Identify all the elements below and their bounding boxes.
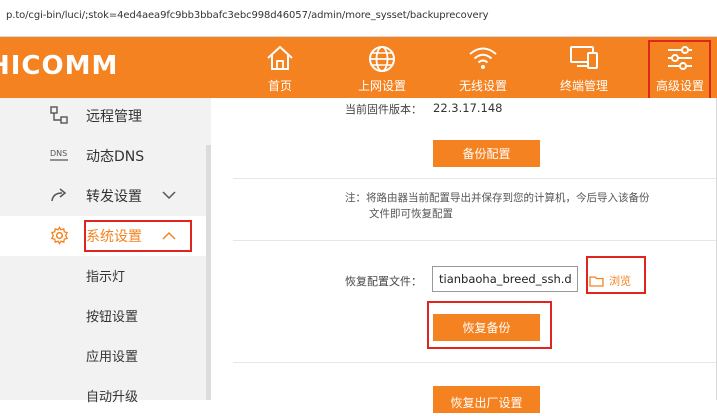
restore-file-input[interactable] [432,266,578,292]
remote-icon [50,106,68,124]
svg-text:DNS: DNS [50,149,67,158]
sidebar-item-label: 动态DNS [86,149,145,165]
divider [233,362,717,363]
gear-icon [50,226,69,245]
sidebar-item-label: 远程管理 [86,109,142,125]
top-nav: HICOMM 首页 上网设置 无线设置 终端管理 高级设置 [0,37,717,98]
nav-wireless[interactable]: 无线设置 [443,37,523,98]
nav-devices-label: 终端管理 [559,79,608,93]
sidebar-subitem-autoupgrade[interactable]: 自动升级 [0,376,211,416]
url-text[interactable]: p.to/cgi-bin/luci/;stok=4ed4aea9fc9bb3bb… [6,10,489,21]
nav-wireless-label: 无线设置 [458,79,507,93]
sidebar-subitem-buttons[interactable]: 按钮设置 [0,296,211,336]
sidebar-item-label: 应用设置 [86,350,139,365]
sidebar-item-label: 指示灯 [86,270,126,285]
globe-icon [369,46,395,72]
browser-address-bar[interactable]: p.to/cgi-bin/luci/;stok=4ed4aea9fc9bb3bb… [0,0,717,37]
sidebar-item-label: 按钮设置 [86,310,139,325]
nav-internet-label: 上网设置 [357,79,406,93]
nav-home-label: 首页 [267,79,292,93]
backup-note-line-2: 文件即可恢复配置 [369,208,453,220]
backup-config-button[interactable]: 备份配置 [433,140,540,167]
highlight-restore [427,301,552,349]
backup-note-line-1: 注：将路由器当前配置导出并保存到您的计算机，今后导入该备份 [345,192,650,204]
backup-note: 注：将路由器当前配置导出并保存到您的计算机，今后导入该备份 文件即可恢复配置 [345,190,650,222]
sidebar-subitem-led[interactable]: 指示灯 [0,256,211,296]
nav-devices[interactable]: 终端管理 [544,37,624,98]
sidebar-item-remote[interactable]: 远程管理 [0,96,211,136]
nav-home[interactable]: 首页 [240,37,320,98]
firmware-value: 22.3.17.148 [433,101,503,115]
sidebar-item-ddns[interactable]: DNS 动态DNS [0,136,211,176]
sidebar-subitem-apps[interactable]: 应用设置 [0,336,211,376]
highlight-system-settings [84,220,192,252]
divider [233,240,717,241]
sidebar-item-label: 转发设置 [86,189,142,205]
devices-icon [570,46,598,69]
nav-internet[interactable]: 上网设置 [342,37,422,98]
highlight-browse [586,256,646,294]
brand-logo: HICOMM [0,51,119,81]
firmware-label: 当前固件版本： [345,103,422,116]
sidebar-item-forward[interactable]: 转发设置 [0,176,211,216]
divider [233,178,717,179]
restore-file-label: 恢复配置文件： [345,275,422,288]
forward-icon [51,188,67,202]
dns-icon: DNS [50,149,68,161]
home-icon [267,45,293,70]
chevron-down-icon [162,191,176,200]
wifi-icon [469,47,497,69]
sidebar-item-label: 自动升级 [86,390,139,405]
highlight-advanced [648,40,711,103]
